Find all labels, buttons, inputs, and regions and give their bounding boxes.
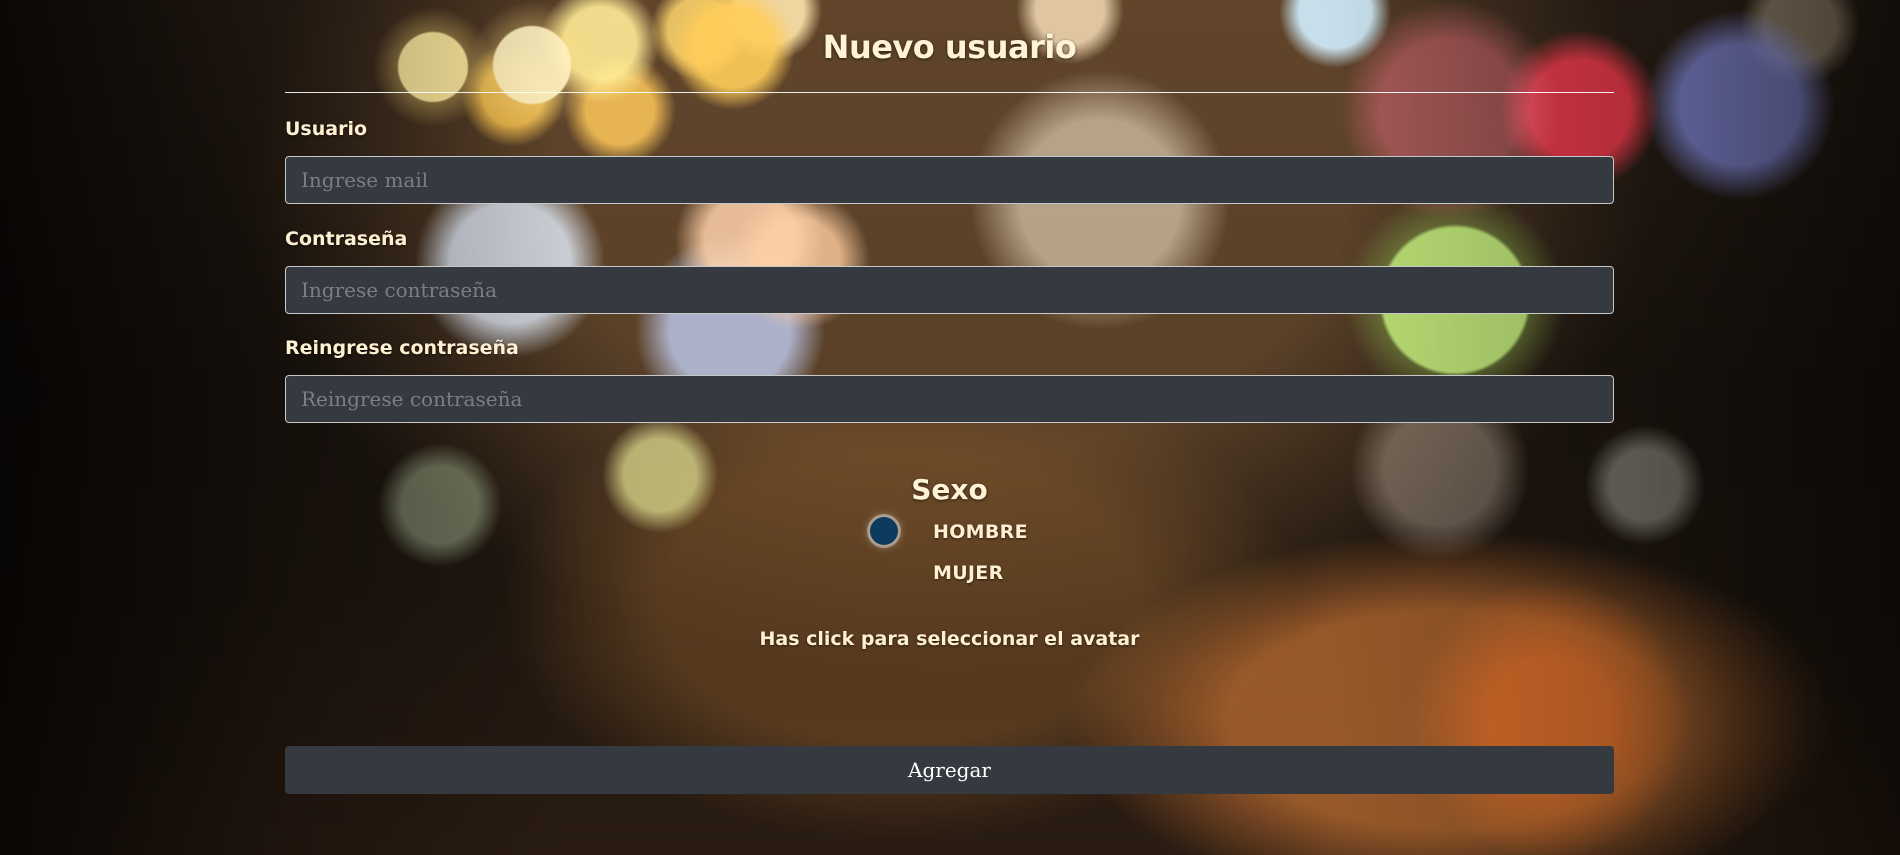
hombre-radio[interactable] xyxy=(870,517,898,545)
contrasena-input[interactable] xyxy=(285,266,1614,314)
reingrese-label: Reingrese contraseña xyxy=(285,337,519,359)
mujer-radio[interactable] xyxy=(870,558,898,586)
hombre-label[interactable]: HOMBRE xyxy=(933,521,1028,543)
avatar-select-link[interactable]: Has click para seleccionar el avatar xyxy=(285,628,1614,650)
agregar-button[interactable]: Agregar xyxy=(285,746,1614,794)
reingrese-input[interactable] xyxy=(285,375,1614,423)
new-user-form: Nuevo usuario Usuario Contraseña Reingre… xyxy=(285,0,1614,855)
usuario-input[interactable] xyxy=(285,156,1614,204)
usuario-label: Usuario xyxy=(285,118,368,140)
title-divider xyxy=(285,92,1614,93)
sexo-title: Sexo xyxy=(911,473,988,506)
mujer-label[interactable]: MUJER xyxy=(933,562,1004,584)
contrasena-label: Contraseña xyxy=(285,228,408,250)
page-title: Nuevo usuario xyxy=(822,28,1077,66)
